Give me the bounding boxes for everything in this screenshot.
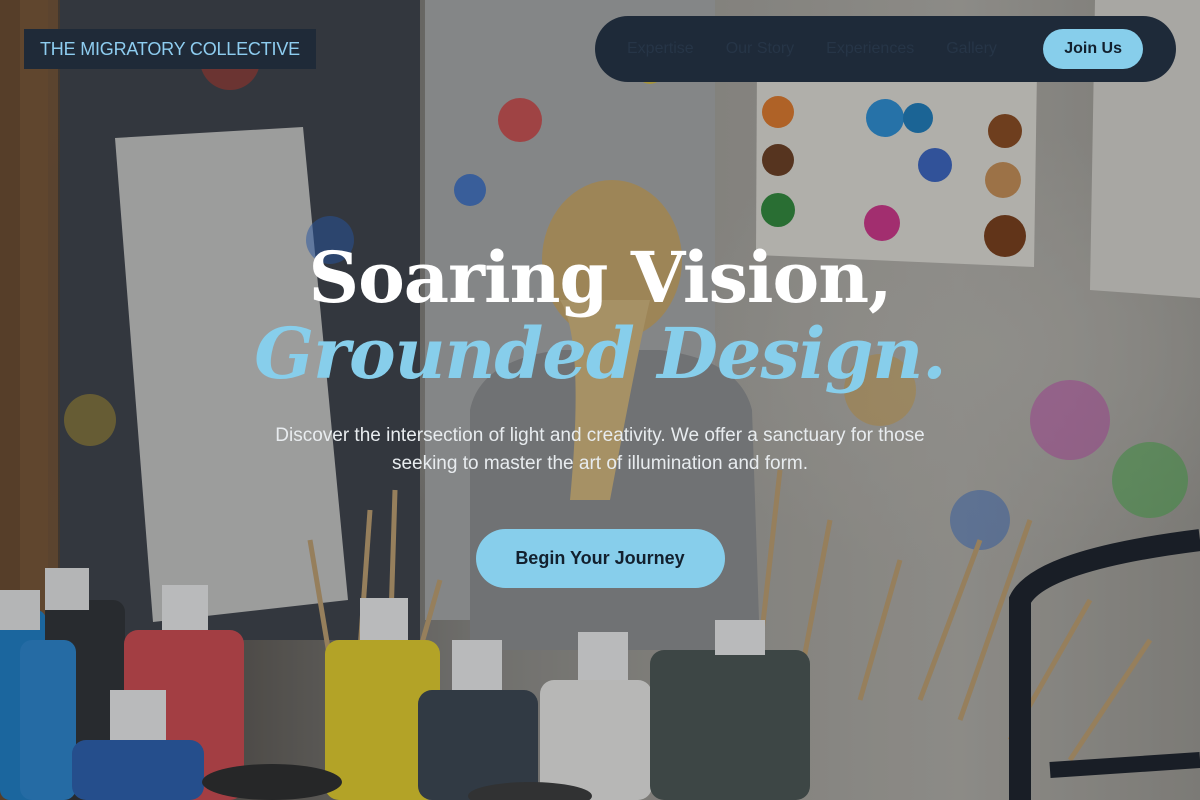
- nav-link-gallery[interactable]: Gallery: [946, 40, 997, 58]
- brand-logo[interactable]: THE MIGRATORY COLLECTIVE: [24, 29, 316, 69]
- nav-link-experiences[interactable]: Experiences: [826, 40, 914, 58]
- hero-title-line-2: Grounded Design.: [254, 312, 946, 395]
- nav-link-expertise[interactable]: Expertise: [627, 40, 694, 58]
- brand-name: THE MIGRATORY COLLECTIVE: [40, 38, 300, 59]
- hero-section: Soaring Vision, Grounded Design. Discove…: [0, 238, 1200, 588]
- hero-subtitle: Discover the intersection of light and c…: [275, 425, 925, 474]
- hero-title-line-1: Soaring Vision,: [308, 236, 893, 319]
- nav-link-our-story[interactable]: Our Story: [726, 40, 794, 58]
- begin-journey-button[interactable]: Begin Your Journey: [475, 529, 725, 588]
- main-navigation: Expertise Our Story Experiences Gallery …: [595, 16, 1176, 82]
- hero-title: Soaring Vision, Grounded Design.: [0, 238, 1200, 390]
- join-us-button[interactable]: Join Us: [1043, 29, 1143, 69]
